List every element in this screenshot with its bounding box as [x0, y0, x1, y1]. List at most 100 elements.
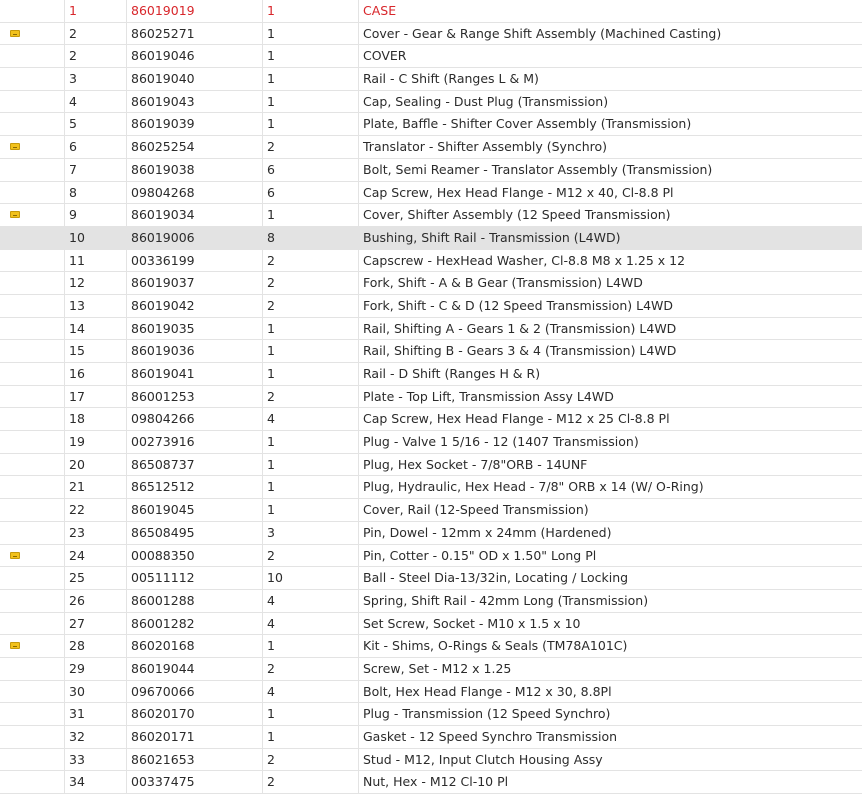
part-number-cell: 86019039: [127, 113, 263, 136]
quantity-cell: 2: [263, 385, 359, 408]
description-cell: Bushing, Shift Rail - Transmission (L4WD…: [363, 229, 621, 245]
table-row[interactable]: 5 86019039 1 Plate, Baffle - Shifter Cover …: [0, 113, 862, 137]
table-row[interactable]: 33 86021653 2 Stud - M12, Input Clutch Hous…: [0, 748, 862, 772]
table-row[interactable]: 13 86019042 2 Fork, Shift - C & D (12 Speed…: [0, 294, 862, 318]
description-cell: Plug - Transmission (12 Speed Synchro): [363, 706, 611, 722]
table-row[interactable]: 31 86020170 1 Plug - Transmission (12 Speed…: [0, 703, 862, 726]
parts-table: 1 86019019 1 CASE 2 86025271 1 Cover - Gear & R…: [0, 0, 862, 794]
note-cell[interactable]: [0, 635, 65, 657]
table-row[interactable]: 4 86019043 1 Cap, Sealing - Dust Plug (Tran…: [0, 90, 862, 114]
table-row[interactable]: 19 00273916 1 Plug - Valve 1 5/16 - 12 (140…: [0, 431, 862, 454]
ref-number-cell: 7: [65, 158, 127, 181]
quantity-cell: 1: [263, 453, 359, 476]
ref-number-cell: 18: [65, 408, 127, 431]
table-row[interactable]: 26 86001288 4 Spring, Shift Rail - 42mm Lon…: [0, 589, 862, 613]
description-cell: Kit - Shims, O-Rings & Seals (TM78A101C): [363, 638, 628, 654]
note-icon[interactable]: [10, 551, 20, 559]
description-cell: Stud - M12, Input Clutch Housing Assy: [363, 751, 603, 767]
table-row[interactable]: 15 86019036 1 Rail, Shifting B - Gears 3 & …: [0, 340, 862, 363]
part-number-cell: 86019035: [127, 317, 263, 340]
quantity-cell: 1: [263, 90, 359, 113]
quantity-cell: 3: [263, 521, 359, 544]
note-cell[interactable]: [0, 204, 65, 226]
table-row[interactable]: 9 86019034 1 Cover, Shifter Assembly (12 Sp…: [0, 204, 862, 227]
table-row[interactable]: 32 86020171 1 Gasket - 12 Speed Synchro Tra…: [0, 726, 862, 749]
quantity-cell: 1: [263, 726, 359, 748]
note-cell[interactable]: [0, 136, 65, 158]
table-row[interactable]: 8 09804268 6 Cap Screw, Hex Head Flange - M…: [0, 181, 862, 205]
part-number-cell: 86019045: [127, 499, 263, 521]
table-row[interactable]: 28 86020168 1 Kit - Shims, O-Rings & Seals …: [0, 635, 862, 658]
table-row[interactable]: 23 86508495 3 Pin, Dowel - 12mm x 24mm (Har…: [0, 521, 862, 545]
ref-number-cell: 2: [65, 22, 127, 45]
description-cell: Rail - D Shift (Ranges H & R): [363, 366, 541, 381]
table-row[interactable]: 10 86019006 8 Bushing, Shift Rail - Transmi…: [0, 226, 862, 250]
table-row[interactable]: 16 86019041 1 Rail - D Shift (Ranges H & R): [0, 363, 862, 386]
table-row[interactable]: 3 86019040 1 Rail - C Shift (Ranges L & M): [0, 68, 862, 91]
note-icon[interactable]: [10, 642, 20, 650]
quantity-cell: 1: [263, 317, 359, 340]
table-row[interactable]: 18 09804266 4 Cap Screw, Hex Head Flange - …: [0, 408, 862, 432]
table-row[interactable]: 2 86025271 1 Cover - Gear & Range Shift Ass…: [0, 22, 862, 46]
note-cell: [0, 499, 65, 521]
ref-number-cell: 30: [65, 680, 127, 703]
part-number-cell: 00511112: [127, 567, 263, 589]
table-row[interactable]: 22 86019045 1 Cover, Rail (12-Speed Transmi…: [0, 499, 862, 522]
table-row[interactable]: 1 86019019 1 CASE: [0, 0, 862, 23]
ref-number-cell: 21: [65, 476, 127, 499]
description-cell: Pin, Cotter - 0.15" OD x 1.50" Long Pl: [363, 547, 597, 563]
table-row[interactable]: 12 86019037 2 Fork, Shift - A & B Gear (Tra…: [0, 272, 862, 295]
ref-number-cell: 17: [65, 385, 127, 408]
quantity-cell: 2: [263, 771, 359, 794]
table-row[interactable]: 27 86001282 4 Set Screw, Socket - M10 x 1.5…: [0, 612, 862, 636]
note-icon[interactable]: [10, 211, 20, 219]
quantity-cell: 1: [263, 45, 359, 68]
quantity-cell: 1: [263, 204, 359, 226]
table-row[interactable]: 7 86019038 6 Bolt, Semi Reamer - Translator…: [0, 158, 862, 182]
table-row[interactable]: 21 86512512 1 Plug, Hydraulic, Hex Head - 7…: [0, 476, 862, 500]
ref-number-cell: 16: [65, 363, 127, 385]
ref-number-cell: 12: [65, 272, 127, 294]
part-number-cell: 86019040: [127, 68, 263, 90]
table-row[interactable]: 24 00088350 2 Pin, Cotter - 0.15" OD x 1.50…: [0, 544, 862, 568]
ref-number-cell: 29: [65, 657, 127, 680]
ref-number-cell: 3: [65, 68, 127, 90]
ref-number-cell: 22: [65, 499, 127, 521]
description-cell: Plate, Baffle - Shifter Cover Assembly (…: [363, 116, 692, 132]
quantity-cell: 2: [263, 657, 359, 680]
note-cell: [0, 431, 65, 453]
table-row[interactable]: 17 86001253 2 Plate - Top Lift, Transmissio…: [0, 385, 862, 409]
table-row[interactable]: 2 86019046 1 COVER: [0, 45, 862, 69]
part-number-cell: 00273916: [127, 431, 263, 453]
note-icon[interactable]: [10, 143, 20, 151]
quantity-cell: 2: [263, 136, 359, 158]
ref-number-cell: 11: [65, 249, 127, 272]
part-number-cell: 00337475: [127, 771, 263, 794]
part-number-cell: 86001282: [127, 612, 263, 635]
ref-number-cell: 24: [65, 544, 127, 567]
part-number-cell: 09804268: [127, 181, 263, 204]
note-cell[interactable]: [0, 22, 65, 45]
table-row[interactable]: 6 86025254 2 Translator - Shifter Assembly …: [0, 136, 862, 159]
description-cell: Rail, Shifting B - Gears 3 & 4 (Transmis…: [363, 343, 677, 359]
part-number-cell: 86025254: [127, 136, 263, 158]
ref-number-cell: 6: [65, 136, 127, 158]
table-row[interactable]: 25 00511112 10 Ball - Steel Dia-13/32in, Lo…: [0, 567, 862, 590]
quantity-cell: 6: [263, 158, 359, 181]
table-row[interactable]: 11 00336199 2 Capscrew - HexHead Washer, Cl…: [0, 249, 862, 273]
quantity-cell: 2: [263, 272, 359, 294]
note-icon[interactable]: [10, 29, 20, 37]
table-row[interactable]: 29 86019044 2 Screw, Set - M12 x 1.25: [0, 657, 862, 681]
description-cell: Capscrew - HexHead Washer, Cl-8.8 M8 x 1…: [363, 252, 686, 268]
part-number-cell: 86001288: [127, 589, 263, 612]
table-row[interactable]: 20 86508737 1 Plug, Hex Socket - 7/8"ORB - …: [0, 453, 862, 477]
description-cell: Ball - Steel Dia-13/32in, Locating / Loc…: [363, 570, 629, 586]
note-cell: [0, 567, 65, 589]
part-number-cell: 00336199: [127, 249, 263, 272]
description-cell: Bolt, Semi Reamer - Translator Assembly …: [363, 161, 713, 177]
ref-number-cell: 23: [65, 521, 127, 544]
table-row[interactable]: 30 09670066 4 Bolt, Hex Head Flange - M12 x…: [0, 680, 862, 704]
part-number-cell: 86019037: [127, 272, 263, 294]
note-cell[interactable]: [0, 544, 65, 567]
table-row[interactable]: 14 86019035 1 Rail, Shifting A - Gears 1 & …: [0, 317, 862, 341]
